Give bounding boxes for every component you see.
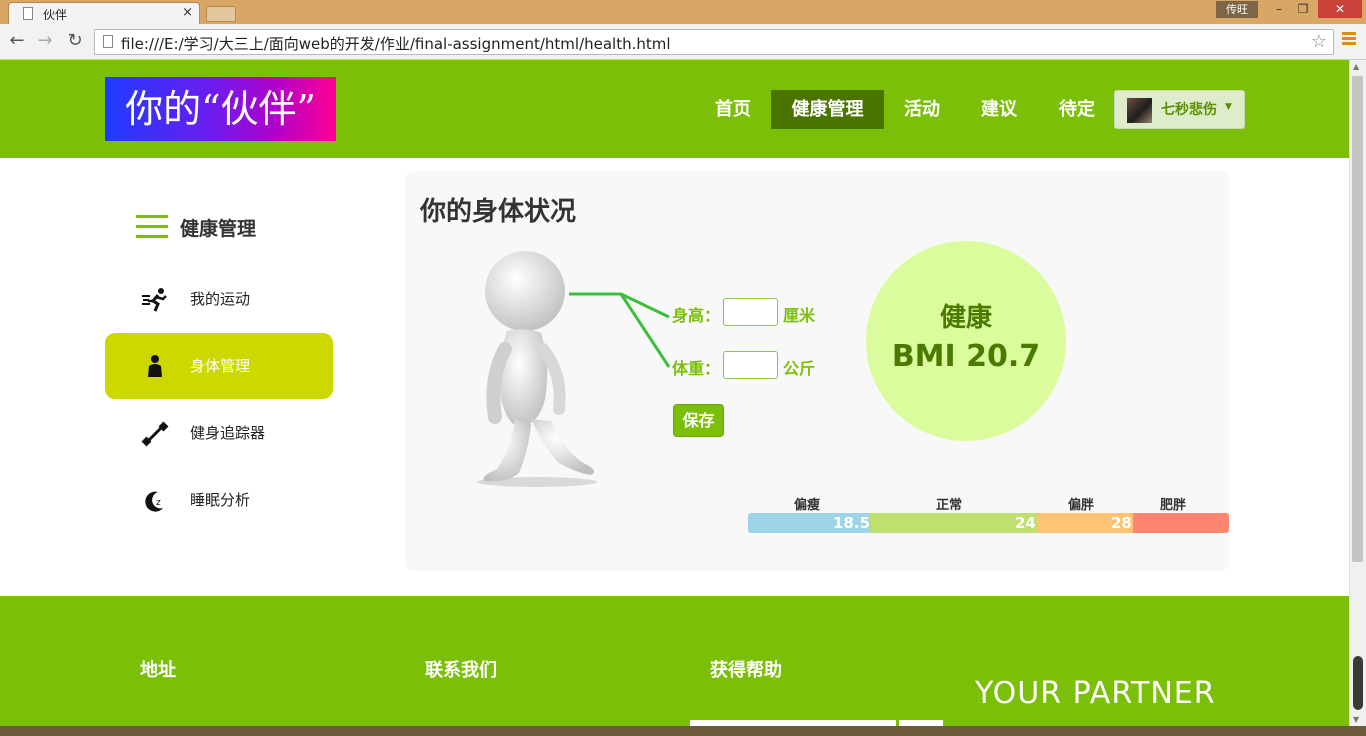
footer-heading-help: 获得帮助 bbox=[710, 660, 782, 681]
sidebar-item-my-exercise[interactable]: 我的运动 bbox=[105, 266, 333, 332]
scale-segment-normal bbox=[870, 513, 1038, 533]
runner-icon bbox=[141, 286, 169, 314]
height-input[interactable] bbox=[723, 298, 778, 326]
page-icon bbox=[103, 35, 113, 48]
bmi-value: BMI 20.7 bbox=[891, 339, 1041, 374]
bmi-indicator: 健康 BMI 20.7 bbox=[866, 241, 1066, 441]
scale-threshold: 18.5 bbox=[833, 514, 871, 532]
window-close-button[interactable]: ✕ bbox=[1318, 0, 1362, 18]
nav-activity[interactable]: 活动 bbox=[893, 90, 951, 129]
height-label: 身高： bbox=[672, 306, 721, 325]
scroll-up-arrow-icon[interactable]: ▲ bbox=[1353, 62, 1359, 71]
tab-close-icon[interactable]: × bbox=[182, 5, 193, 20]
weight-unit: 公斤 bbox=[783, 359, 816, 378]
sidebar-item-label: 我的运动 bbox=[190, 290, 251, 308]
weight-input[interactable] bbox=[723, 351, 778, 379]
user-name: 七秒悲伤 bbox=[1161, 102, 1217, 118]
nav-pending[interactable]: 待定 bbox=[1048, 90, 1106, 129]
bmi-scale-bar: 18.5 24 28 bbox=[748, 513, 1229, 533]
scale-label-overweight: 偏胖 bbox=[1068, 498, 1095, 513]
browser-toolbar: ← → ↻ file:///E:/学习/大三上/面向web的开发/作业/fina… bbox=[0, 24, 1366, 60]
page-icon bbox=[23, 7, 33, 20]
footer-heading-address: 地址 bbox=[140, 660, 176, 681]
user-menu[interactable]: 七秒悲伤 ▼ bbox=[1114, 90, 1245, 129]
site-header: 你的“伙伴” 首页 健康管理 活动 建议 待定 七秒悲伤 ▼ bbox=[0, 60, 1349, 158]
tab-title: 伙伴 bbox=[43, 8, 68, 22]
scroll-down-arrow-icon[interactable]: ▼ bbox=[1353, 715, 1359, 724]
new-tab-button[interactable] bbox=[206, 6, 236, 22]
scale-label-obese: 肥胖 bbox=[1160, 498, 1187, 513]
sidebar-title: 健康管理 bbox=[180, 218, 257, 240]
page-viewport: 你的“伙伴” 首页 健康管理 活动 建议 待定 七秒悲伤 ▼ 健康管理 我的运动… bbox=[0, 60, 1349, 726]
window-maximize-button[interactable]: ❐ bbox=[1290, 0, 1316, 18]
footer-heading-contact: 联系我们 bbox=[425, 660, 497, 681]
body-status-panel: 你的身体状况 身高： 厘米 体重： 公斤 保存 健康 BMI 20.7 偏瘦 正… bbox=[405, 171, 1229, 571]
sidebar-item-sleep-analysis[interactable]: z 睡眠分析 bbox=[105, 467, 333, 533]
browser-tab[interactable]: 伙伴 × bbox=[8, 2, 200, 24]
browser-user-badge[interactable]: 传旺 bbox=[1216, 1, 1258, 18]
forward-arrow-icon[interactable]: → bbox=[34, 30, 56, 51]
body-icon bbox=[141, 353, 169, 381]
dumbbell-icon bbox=[141, 420, 169, 448]
sidebar-item-label: 身体管理 bbox=[190, 357, 251, 375]
site-logo[interactable]: 你的“伙伴” bbox=[105, 77, 336, 141]
os-taskbar bbox=[0, 726, 1366, 736]
bookmark-star-icon[interactable]: ☆ bbox=[1311, 31, 1327, 52]
sidebar-item-label: 健身追踪器 bbox=[190, 424, 266, 442]
moon-sleep-icon: z bbox=[141, 487, 169, 515]
scroll-knob bbox=[1353, 656, 1363, 710]
page-title: 你的身体状况 bbox=[420, 197, 577, 227]
url-text[interactable]: file:///E:/学习/大三上/面向web的开发/作业/final-assi… bbox=[121, 33, 671, 54]
window-minimize-button[interactable]: – bbox=[1266, 0, 1292, 18]
scale-label-underweight: 偏瘦 bbox=[794, 498, 821, 513]
scale-threshold: 24 bbox=[1015, 514, 1036, 532]
page-scrollbar[interactable]: ▲ ▼ bbox=[1349, 60, 1366, 726]
sidebar-item-fitness-tracker[interactable]: 健身追踪器 bbox=[105, 400, 333, 466]
browser-titlebar: 伙伴 × 传旺 – ❐ ✕ bbox=[0, 0, 1366, 24]
nav-advice[interactable]: 建议 bbox=[970, 90, 1028, 129]
nav-home[interactable]: 首页 bbox=[704, 90, 762, 129]
svg-text:z: z bbox=[156, 498, 161, 508]
weight-label: 体重： bbox=[672, 359, 721, 378]
scroll-thumb[interactable] bbox=[1352, 76, 1363, 562]
bmi-status: 健康 bbox=[939, 303, 992, 333]
browser-menu-icon[interactable] bbox=[1342, 32, 1356, 47]
nav-health-management[interactable]: 健康管理 bbox=[771, 90, 884, 129]
connector-lines bbox=[569, 292, 671, 368]
footer-brand: YOUR PARTNER bbox=[975, 676, 1216, 711]
address-bar[interactable]: file:///E:/学习/大三上/面向web的开发/作业/final-assi… bbox=[94, 29, 1334, 55]
scale-label-normal: 正常 bbox=[936, 498, 963, 513]
scale-threshold: 28 bbox=[1111, 514, 1132, 532]
back-arrow-icon[interactable]: ← bbox=[6, 30, 28, 51]
hamburger-icon bbox=[136, 215, 168, 245]
3d-figure-illustration bbox=[477, 251, 597, 487]
reload-icon[interactable]: ↻ bbox=[64, 30, 86, 51]
site-footer: 地址 联系我们 获得帮助 YOUR PARTNER bbox=[0, 596, 1349, 726]
save-button[interactable]: 保存 bbox=[673, 404, 724, 437]
avatar bbox=[1127, 98, 1152, 123]
chevron-down-icon: ▼ bbox=[1225, 102, 1232, 112]
sidebar-item-label: 睡眠分析 bbox=[190, 491, 251, 509]
scale-segment-obese bbox=[1133, 513, 1229, 533]
sidebar-item-body-management[interactable]: 身体管理 bbox=[105, 333, 333, 399]
height-unit: 厘米 bbox=[783, 306, 816, 325]
